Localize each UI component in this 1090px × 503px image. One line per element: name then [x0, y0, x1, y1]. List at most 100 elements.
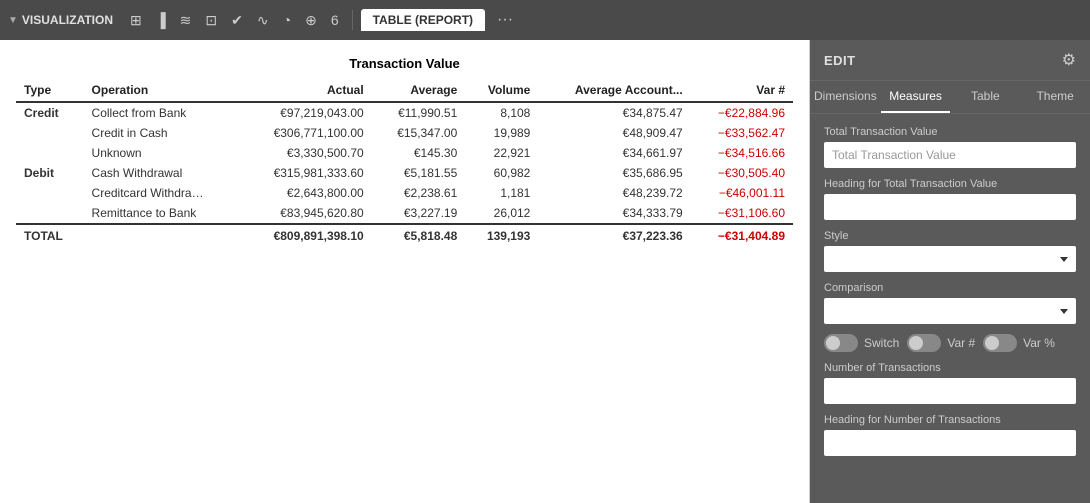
cell-actual: €2,643,800.00	[241, 183, 372, 203]
cell-actual: €97,219,043.00	[241, 102, 372, 123]
cell-avg-account: €48,909.47	[538, 123, 690, 143]
toggle-switch-var-hash[interactable]	[907, 334, 941, 352]
pivot-icon[interactable]: ⊡	[200, 8, 222, 33]
input-number-of-transactions[interactable]	[824, 378, 1076, 404]
cell-var: −€30,505.40	[691, 163, 793, 183]
section-heading-number-of-transactions: Heading for Number of Transactions	[824, 414, 1076, 456]
section-number-of-transactions: Number of Transactions	[824, 362, 1076, 404]
edit-panel-title: EDIT	[824, 53, 856, 68]
total-row: TOTAL €809,891,398.10 €5,818.48 139,193 …	[16, 224, 793, 247]
check-chart-icon[interactable]: ✔	[226, 8, 248, 33]
cell-volume: 8,108	[465, 102, 538, 123]
cell-average: €15,347.00	[372, 123, 466, 143]
gear-icon[interactable]: ⚙	[1062, 50, 1076, 70]
section-comparison: Comparison	[824, 282, 1076, 324]
col-header-actual: Actual	[241, 79, 372, 102]
cell-actual: €3,330,500.70	[241, 143, 372, 163]
toggle-switch-switch[interactable]	[824, 334, 858, 352]
tab-theme[interactable]: Theme	[1020, 81, 1090, 113]
cell-avg-account: €34,661.97	[538, 143, 690, 163]
input-heading-number-of-transactions[interactable]	[824, 430, 1076, 456]
cell-var: −€31,106.60	[691, 203, 793, 224]
bar-chart-icon[interactable]: ▐	[151, 8, 171, 32]
toggle-switch-var-pct[interactable]	[983, 334, 1017, 352]
toggle-group-var-hash: Var #	[907, 334, 975, 352]
col-header-operation: Operation	[84, 79, 242, 102]
toggle-label-var-hash: Var #	[947, 336, 975, 350]
label-heading-number-of-transactions: Heading for Number of Transactions	[824, 414, 1076, 426]
cell-var: −€46,001.11	[691, 183, 793, 203]
col-header-avg-account: Average Account...	[538, 79, 690, 102]
toolbar-separator	[352, 10, 353, 30]
cell-average: €5,181.55	[372, 163, 466, 183]
cell-var: −€34,516.66	[691, 143, 793, 163]
cell-type	[16, 143, 84, 163]
area-chart-icon[interactable]: ∿	[252, 8, 274, 33]
cell-volume: 26,012	[465, 203, 538, 224]
table-title: Transaction Value	[16, 52, 793, 79]
cell-var: −€33,562.47	[691, 123, 793, 143]
edit-header: EDIT ⚙	[810, 40, 1090, 81]
table-row: Creditcard Withdra…€2,643,800.00€2,238.6…	[16, 183, 793, 203]
toggle-label-var-pct: Var %	[1023, 336, 1055, 350]
label-number-of-transactions: Number of Transactions	[824, 362, 1076, 374]
cell-operation: Creditcard Withdra…	[84, 183, 242, 203]
chevron-down-icon: ▼	[8, 15, 18, 26]
cell-avg-account: €48,239.72	[538, 183, 690, 203]
line-chart-icon[interactable]: ≋	[175, 8, 197, 33]
cell-average: €3,227.19	[372, 203, 466, 224]
edit-tabs: Dimensions Measures Table Theme	[810, 81, 1090, 114]
section-style: Style	[824, 230, 1076, 272]
cell-type	[16, 203, 84, 224]
cell-avg-account: €34,875.47	[538, 102, 690, 123]
toggle-group-switch: Switch	[824, 334, 899, 352]
toggle-label-switch: Switch	[864, 336, 899, 350]
table-report-tab[interactable]: TABLE (REPORT)	[361, 9, 485, 31]
map-icon[interactable]: ⊕	[300, 8, 322, 33]
visualization-panel: Transaction Value Type Operation Actual …	[0, 40, 810, 503]
cell-volume: 19,989	[465, 123, 538, 143]
toggle-group-var-pct: Var %	[983, 334, 1055, 352]
main-area: Transaction Value Type Operation Actual …	[0, 40, 1090, 503]
pie-chart-icon[interactable]: ◔	[278, 8, 296, 32]
toolbar: ▼ VISUALIZATION ⊞ ▐ ≋ ⊡ ✔ ∿ ◔ ⊕ 6 TABLE …	[0, 0, 1090, 40]
toolbar-title: ▼ VISUALIZATION	[8, 13, 113, 27]
cell-type: Debit	[16, 163, 84, 183]
input-total-transaction-value[interactable]	[824, 142, 1076, 168]
input-heading-total-transaction-value[interactable]	[824, 194, 1076, 220]
cell-volume: 22,921	[465, 143, 538, 163]
more-options-icon[interactable]: ···	[489, 7, 521, 33]
cell-type	[16, 123, 84, 143]
label-style: Style	[824, 230, 1076, 242]
cell-volume: 1,181	[465, 183, 538, 203]
cell-avg-account: €34,333.79	[538, 203, 690, 224]
cell-operation: Unknown	[84, 143, 242, 163]
cell-operation: Credit in Cash	[84, 123, 242, 143]
tab-measures[interactable]: Measures	[881, 81, 951, 113]
table-row: CreditCollect from Bank€97,219,043.00€11…	[16, 102, 793, 123]
col-header-type: Type	[16, 79, 84, 102]
tab-dimensions[interactable]: Dimensions	[810, 81, 881, 113]
total-average: €5,818.48	[372, 224, 466, 247]
total-var: −€31,404.89	[691, 224, 793, 247]
table-row: DebitCash Withdrawal€315,981,333.60€5,18…	[16, 163, 793, 183]
data-table: Transaction Value Type Operation Actual …	[16, 52, 793, 247]
cell-type	[16, 183, 84, 203]
label-comparison: Comparison	[824, 282, 1076, 294]
edit-panel: EDIT ⚙ Dimensions Measures Table Theme T…	[810, 40, 1090, 503]
cell-average: €11,990.51	[372, 102, 466, 123]
select-comparison[interactable]	[824, 298, 1076, 324]
cell-average: €145.30	[372, 143, 466, 163]
table-grid-icon[interactable]: ⊞	[125, 8, 147, 33]
select-style[interactable]	[824, 246, 1076, 272]
col-header-volume: Volume	[465, 79, 538, 102]
table-row: Unknown€3,330,500.70€145.3022,921€34,661…	[16, 143, 793, 163]
col-header-var: Var #	[691, 79, 793, 102]
cell-volume: 60,982	[465, 163, 538, 183]
number-icon[interactable]: 6	[326, 8, 344, 32]
cell-actual: €306,771,100.00	[241, 123, 372, 143]
section-heading-total-transaction-value: Heading for Total Transaction Value	[824, 178, 1076, 220]
cell-actual: €315,981,333.60	[241, 163, 372, 183]
tab-table[interactable]: Table	[950, 81, 1020, 113]
total-actual: €809,891,398.10	[241, 224, 372, 247]
